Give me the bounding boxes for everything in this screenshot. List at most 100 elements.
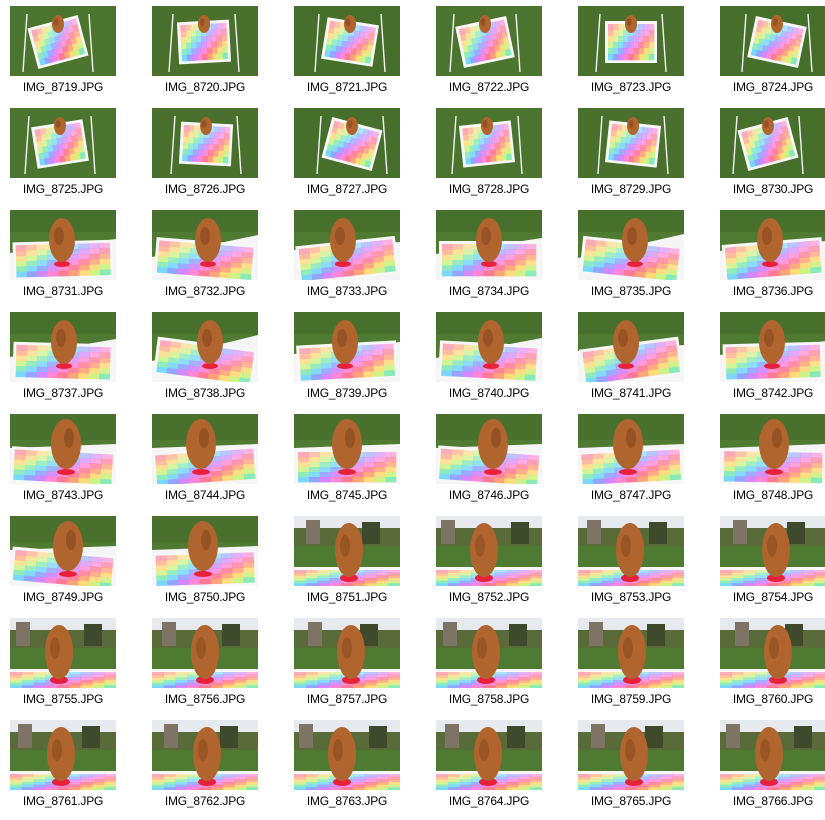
file-name-label: IMG_8746.JPG [448,488,530,502]
file-name-label: IMG_8751.JPG [306,590,388,604]
file-name-label: IMG_8757.JPG [306,692,388,706]
file-name-label: IMG_8764.JPG [448,794,530,808]
file-thumbnail-item[interactable]: IMG_8759.JPG [574,616,716,718]
file-name-label: IMG_8728.JPG [448,182,530,196]
file-thumbnail-item[interactable]: IMG_8731.JPG [6,208,148,310]
file-name-label: IMG_8730.JPG [732,182,814,196]
file-thumbnail-item[interactable]: IMG_8724.JPG [716,4,825,106]
photo-thumbnail [436,516,542,586]
file-name-label: IMG_8734.JPG [448,284,530,298]
file-thumbnail-item[interactable]: IMG_8727.JPG [290,106,432,208]
file-thumbnail-item[interactable]: IMG_8760.JPG [716,616,825,718]
photo-thumbnail [720,312,825,382]
photo-thumbnail [720,414,825,484]
file-name-label: IMG_8731.JPG [22,284,104,298]
file-thumbnail-item[interactable]: IMG_8756.JPG [148,616,290,718]
file-thumbnail-item[interactable]: IMG_8740.JPG [432,310,574,412]
photo-thumbnail [578,516,684,586]
file-thumbnail-item[interactable]: IMG_8761.JPG [6,718,148,820]
photo-thumbnail [152,108,258,178]
photo-thumbnail [578,108,684,178]
photo-thumbnail [578,414,684,484]
file-thumbnail-item[interactable]: IMG_8742.JPG [716,310,825,412]
photo-thumbnail [152,210,258,280]
file-name-label: IMG_8741.JPG [590,386,672,400]
file-thumbnail-item[interactable]: IMG_8744.JPG [148,412,290,514]
photo-thumbnail [436,414,542,484]
file-name-label: IMG_8723.JPG [590,80,672,94]
file-name-label: IMG_8737.JPG [22,386,104,400]
file-thumbnail-item[interactable]: IMG_8764.JPG [432,718,574,820]
file-thumbnail-item[interactable]: IMG_8747.JPG [574,412,716,514]
file-thumbnail-item[interactable]: IMG_8721.JPG [290,4,432,106]
file-thumbnail-item[interactable]: IMG_8745.JPG [290,412,432,514]
file-thumbnail-item[interactable]: IMG_8766.JPG [716,718,825,820]
file-thumbnail-item[interactable]: IMG_8753.JPG [574,514,716,616]
file-name-label: IMG_8739.JPG [306,386,388,400]
file-thumbnail-item[interactable]: IMG_8739.JPG [290,310,432,412]
photo-thumbnail [10,6,116,76]
file-thumbnail-item[interactable]: IMG_8719.JPG [6,4,148,106]
photo-thumbnail [578,6,684,76]
file-name-label: IMG_8722.JPG [448,80,530,94]
photo-thumbnail [720,618,825,688]
file-name-label: IMG_8742.JPG [732,386,814,400]
photo-thumbnail [10,210,116,280]
file-thumbnail-item[interactable]: IMG_8741.JPG [574,310,716,412]
file-name-label: IMG_8749.JPG [22,590,104,604]
file-name-label: IMG_8743.JPG [22,488,104,502]
file-thumbnail-item[interactable]: IMG_8762.JPG [148,718,290,820]
photo-thumbnail [294,516,400,586]
file-name-label: IMG_8752.JPG [448,590,530,604]
file-name-label: IMG_8761.JPG [22,794,104,808]
file-name-label: IMG_8738.JPG [164,386,246,400]
file-thumbnail-item[interactable]: IMG_8748.JPG [716,412,825,514]
file-name-label: IMG_8721.JPG [306,80,388,94]
photo-thumbnail [578,618,684,688]
photo-thumbnail [294,108,400,178]
photo-thumbnail [720,108,825,178]
file-thumbnail-item[interactable]: IMG_8757.JPG [290,616,432,718]
file-thumbnail-item[interactable]: IMG_8752.JPG [432,514,574,616]
file-name-label: IMG_8735.JPG [590,284,672,298]
file-thumbnail-item[interactable]: IMG_8751.JPG [290,514,432,616]
file-thumbnail-item[interactable]: IMG_8733.JPG [290,208,432,310]
photo-thumbnail [10,312,116,382]
photo-thumbnail [294,720,400,790]
file-thumbnail-item[interactable]: IMG_8730.JPG [716,106,825,208]
photo-thumbnail [436,720,542,790]
photo-thumbnail [578,312,684,382]
photo-thumbnail [10,618,116,688]
file-thumbnail-item[interactable]: IMG_8750.JPG [148,514,290,616]
photo-thumbnail [436,108,542,178]
photo-thumbnail [578,210,684,280]
file-name-label: IMG_8756.JPG [164,692,246,706]
file-name-label: IMG_8759.JPG [590,692,672,706]
file-thumbnail-item[interactable]: IMG_8755.JPG [6,616,148,718]
file-thumbnail-item[interactable]: IMG_8746.JPG [432,412,574,514]
file-thumbnail-item[interactable]: IMG_8726.JPG [148,106,290,208]
file-name-label: IMG_8747.JPG [590,488,672,502]
file-thumbnail-item[interactable]: IMG_8735.JPG [574,208,716,310]
file-thumbnail-item[interactable]: IMG_8728.JPG [432,106,574,208]
file-name-label: IMG_8753.JPG [590,590,672,604]
file-thumbnail-item[interactable]: IMG_8749.JPG [6,514,148,616]
file-name-label: IMG_8736.JPG [732,284,814,298]
photo-thumbnail [294,312,400,382]
file-name-label: IMG_8720.JPG [164,80,246,94]
file-thumbnail-item[interactable]: IMG_8758.JPG [432,616,574,718]
file-thumbnail-item[interactable]: IMG_8720.JPG [148,4,290,106]
file-thumbnail-item[interactable]: IMG_8743.JPG [6,412,148,514]
file-thumbnail-item[interactable]: IMG_8754.JPG [716,514,825,616]
file-thumbnail-item[interactable]: IMG_8723.JPG [574,4,716,106]
file-thumbnail-item[interactable]: IMG_8736.JPG [716,208,825,310]
file-thumbnail-item[interactable]: IMG_8763.JPG [290,718,432,820]
file-thumbnail-item[interactable]: IMG_8725.JPG [6,106,148,208]
file-thumbnail-item[interactable]: IMG_8765.JPG [574,718,716,820]
file-thumbnail-item[interactable]: IMG_8722.JPG [432,4,574,106]
file-thumbnail-item[interactable]: IMG_8734.JPG [432,208,574,310]
file-thumbnail-item[interactable]: IMG_8732.JPG [148,208,290,310]
file-thumbnail-item[interactable]: IMG_8738.JPG [148,310,290,412]
file-thumbnail-item[interactable]: IMG_8737.JPG [6,310,148,412]
file-thumbnail-item[interactable]: IMG_8729.JPG [574,106,716,208]
